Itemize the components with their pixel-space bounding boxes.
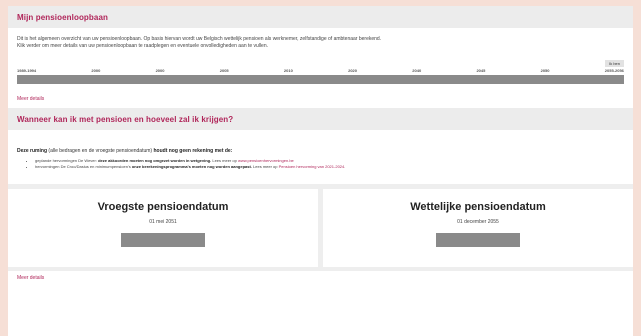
intro-line-2: Klik verder om meer details van uw pensi… [17,43,269,49]
pension-page: Mijn pensioenloopbaan Dit is het algemee… [8,6,633,336]
timeline-tick: 2050 [540,68,550,73]
timeline-tick: 2045 [476,68,486,73]
intro-text: Dit is het algemeen overzicht van uw pen… [8,28,633,50]
bullet-text: geplande hervormingen De Wever: [35,158,97,163]
timeline-tick: 2040 [412,68,422,73]
bullet-bold: onze berekeningsprogramma's moeten nog w… [131,164,252,169]
bullet-text: hervormingen De Croo/Dasius en minimumpe… [35,164,131,169]
list-item: hervormingen De Croo/Dasius en minimumpe… [35,164,624,170]
section-title-retirement: Wanneer kan ik met pensioen en hoeveel z… [17,114,234,124]
timeline-tick: 2010 [283,68,293,73]
reform-link[interactable]: www.pensioenhervormingen.be [238,158,294,163]
current-position-badge: Ik ben [605,60,624,67]
pension-date-cards: Vroegste pensioendatum 01 mei 2051 Wette… [8,184,633,271]
timeline-tick: 2000 [155,68,165,73]
more-details-link[interactable]: Meer details [8,86,633,108]
earliest-pension-card: Vroegste pensioendatum 01 mei 2051 [8,189,318,267]
bullet-text: Lees meer op [212,158,237,163]
card-date: 01 december 2055 [457,219,499,225]
card-date: 01 mei 2051 [149,219,177,225]
note-lead-a: Deze ruming [17,148,48,154]
card-title: Wettelijke pensioendatum [410,201,546,213]
section-title-career: Mijn pensioenloopbaan [17,12,108,22]
timeline-bar [17,75,624,84]
timeline-tick: 1989-1994 [17,68,37,73]
timeline-tick: 2055-2056 [604,68,624,73]
timeline-tick: 2020 [348,68,357,73]
bullet-text: Lees meer op [253,164,278,169]
timeline-ticks: 1989-1994 2000 2000 2005 2010 2020 2040 … [17,68,624,73]
card-amount-placeholder [436,233,520,247]
card-amount-placeholder [121,233,205,247]
section-header-retirement[interactable]: Wanneer kan ik met pensioen en hoeveel z… [8,108,633,130]
note-lead: Deze ruming (alle bedragen en de vroegst… [17,148,624,154]
bullet-bold: deze akkoorden moeten nog omgezet worden… [98,158,212,163]
section-header-career[interactable]: Mijn pensioenloopbaan [8,6,633,28]
reform-link[interactable]: Pensioen hervorming van 2021-2024. [279,164,346,169]
note-lead-c: houdt nog geen rekening met de: [153,148,233,154]
calculation-note: Deze ruming (alle bedragen en de vroegst… [8,148,633,170]
legal-pension-card: Wettelijke pensioendatum 01 december 205… [323,189,633,267]
career-timeline: Ik ben 1989-1994 2000 2000 2005 2010 202… [17,60,624,86]
timeline-tick: 2000 [91,68,101,73]
reform-list: geplande hervormingen De Wever: deze akk… [17,158,624,170]
timeline-tick: 2005 [219,68,229,73]
card-title: Vroegste pensioendatum [97,201,229,213]
intro-line-1: Dit is het algemeen overzicht van uw pen… [17,36,382,42]
more-details-link[interactable]: Meer details [8,271,633,285]
note-lead-b: (alle bedragen en de vroegste pensioenda… [48,148,153,154]
